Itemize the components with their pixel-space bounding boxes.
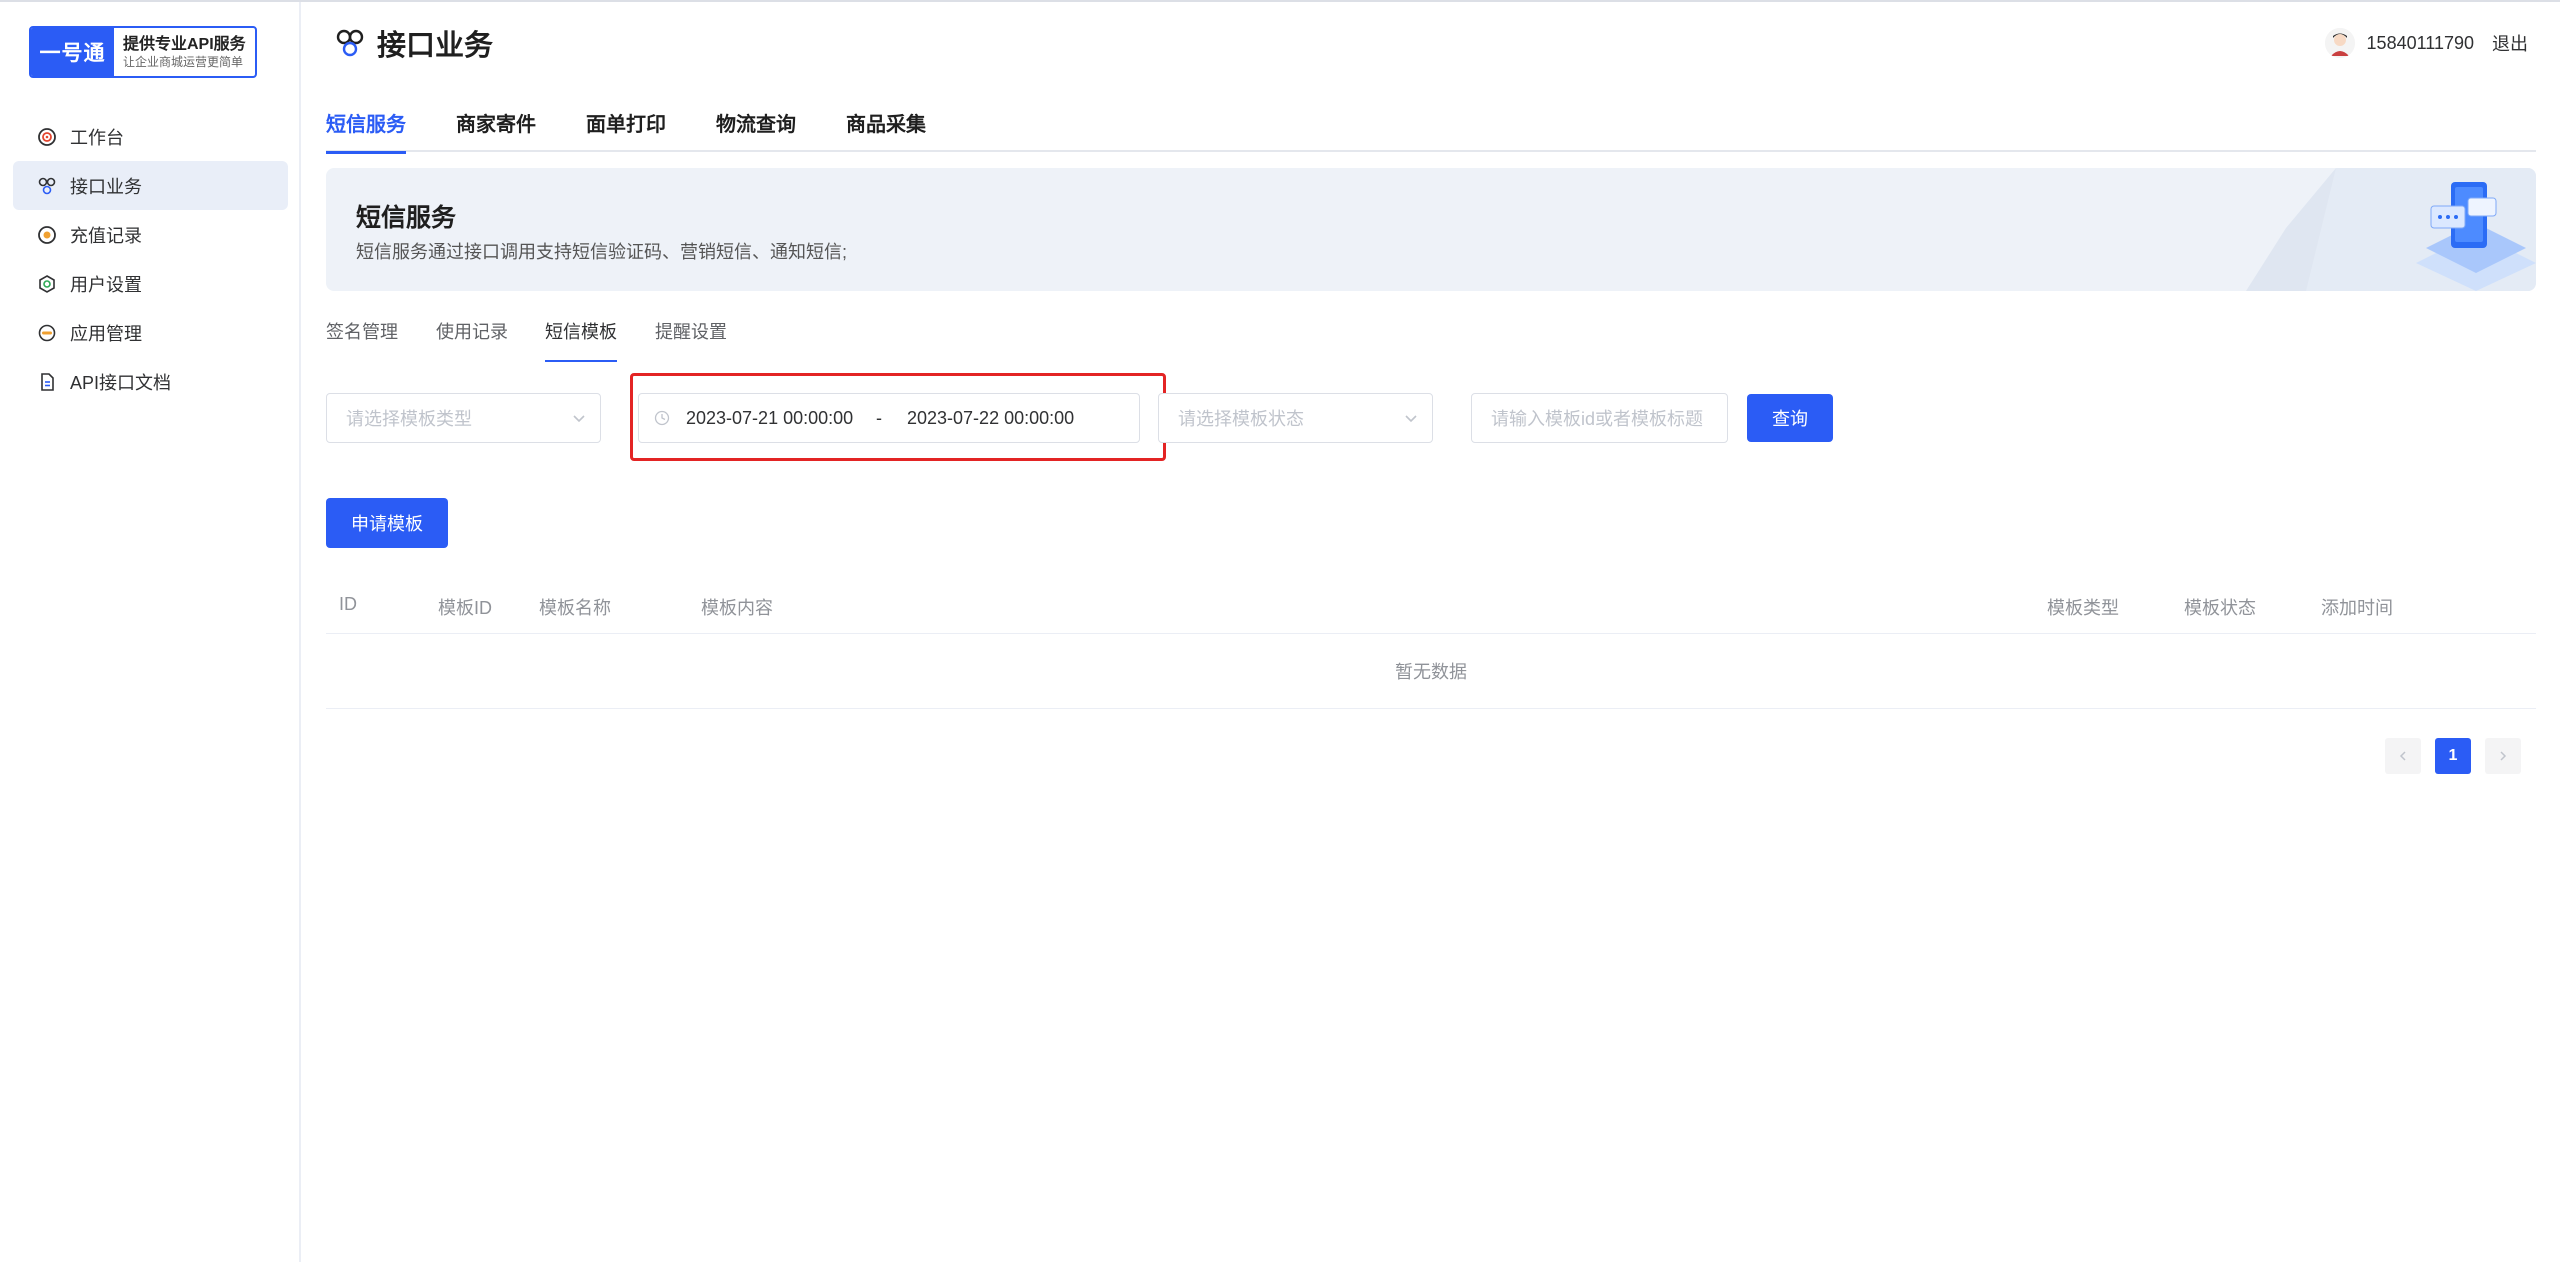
sidebar: 一号通 提供专业API服务 让企业商城运营更简单 工作台 接口业务 充值记录 用… xyxy=(0,2,301,1262)
logo[interactable]: 一号通 提供专业API服务 让企业商城运营更简单 xyxy=(29,26,257,78)
sidebar-item-label: 工作台 xyxy=(70,127,124,148)
column-template-name: 模板名称 xyxy=(539,598,611,618)
page-title: 接口业务 xyxy=(377,30,494,62)
column-template-status: 模板状态 xyxy=(2184,598,2256,618)
main-tabs: 短信服务 商家寄件 面单打印 物流查询 商品采集 xyxy=(326,100,2536,154)
user-phone: 15840111790 xyxy=(2366,32,2474,53)
chevron-right-icon xyxy=(2500,751,2507,761)
keyword-placeholder: 请输入模板id或者模板标题 xyxy=(1491,409,1704,429)
prev-page-button[interactable] xyxy=(2385,738,2421,774)
next-page-button[interactable] xyxy=(2485,738,2521,774)
tab-signature-manage[interactable]: 签名管理 xyxy=(326,318,398,362)
table-empty-state: 暂无数据 xyxy=(326,634,2536,709)
sidebar-item-label: 接口业务 xyxy=(70,176,142,197)
template-status-placeholder: 请选择模板状态 xyxy=(1178,409,1304,429)
logo-text: 提供专业API服务 让企业商城运营更简单 xyxy=(114,28,255,76)
template-type-placeholder: 请选择模板类型 xyxy=(346,409,472,429)
logo-title: 提供专业API服务 xyxy=(123,35,246,53)
document-icon xyxy=(37,372,57,392)
sidebar-menu: 工作台 接口业务 充值记录 用户设置 应用管理 API接口文档 xyxy=(13,112,288,406)
chevron-left-icon xyxy=(2399,751,2406,761)
user-settings-icon xyxy=(37,274,57,294)
clock-icon xyxy=(654,410,670,426)
banner-description: 短信服务通过接口调用支持短信验证码、营销短信、通知短信; xyxy=(356,242,847,262)
sidebar-item-user-settings[interactable]: 用户设置 xyxy=(13,259,288,308)
top-border xyxy=(0,0,2560,2)
chevron-down-icon xyxy=(1405,415,1417,423)
sidebar-item-api-business[interactable]: 接口业务 xyxy=(13,161,288,210)
tab-logistics-query[interactable]: 物流查询 xyxy=(716,108,796,152)
sidebar-item-app-manage[interactable]: 应用管理 xyxy=(13,308,288,357)
sidebar-item-workbench[interactable]: 工作台 xyxy=(13,112,288,161)
template-type-select[interactable]: 请选择模板类型 xyxy=(326,393,601,443)
sidebar-item-label: 用户设置 xyxy=(70,274,142,295)
page-number-button[interactable]: 1 xyxy=(2435,738,2471,774)
column-template-id: 模板ID xyxy=(438,598,492,618)
column-template-content: 模板内容 xyxy=(701,598,773,618)
tab-merchant-shipping[interactable]: 商家寄件 xyxy=(456,108,536,152)
app-root: 一号通 提供专业API服务 让企业商城运营更简单 工作台 接口业务 充值记录 用… xyxy=(0,0,2560,1262)
logo-subtitle: 让企业商城运营更简单 xyxy=(123,54,244,69)
tab-waybill-print[interactable]: 面单打印 xyxy=(586,108,666,152)
sidebar-item-label: 应用管理 xyxy=(70,323,142,344)
logout-link[interactable]: 退出 xyxy=(2492,30,2528,56)
sidebar-item-label: API接口文档 xyxy=(70,372,172,393)
keyword-input[interactable]: 请输入模板id或者模板标题 xyxy=(1471,393,1728,443)
sidebar-item-api-docs[interactable]: API接口文档 xyxy=(13,357,288,406)
app-manage-icon xyxy=(37,323,57,343)
sidebar-item-label: 充值记录 xyxy=(70,225,142,246)
template-status-select[interactable]: 请选择模板状态 xyxy=(1158,393,1433,443)
date-range-picker[interactable]: 2023-07-21 00:00:00 - 2023-07-22 00:00:0… xyxy=(638,393,1140,443)
tab-reminder-settings[interactable]: 提醒设置 xyxy=(655,318,727,362)
tab-sms-templates[interactable]: 短信模板 xyxy=(545,318,617,362)
page-header: 接口业务 xyxy=(333,22,493,64)
date-start-input[interactable]: 2023-07-21 00:00:00 xyxy=(686,408,876,429)
banner-title: 短信服务 xyxy=(356,204,457,232)
avatar[interactable] xyxy=(2324,28,2355,58)
tab-sms-service[interactable]: 短信服务 xyxy=(326,108,406,154)
cluster-icon xyxy=(37,176,57,196)
table-header: ID 模板ID 模板名称 模板内容 模板类型 模板状态 添加时间 xyxy=(326,580,2536,634)
banner-illustration xyxy=(2246,168,2536,291)
column-template-type: 模板类型 xyxy=(2047,598,2119,618)
query-button[interactable]: 查询 xyxy=(1747,394,1833,442)
column-id: ID xyxy=(339,594,357,614)
target-icon xyxy=(37,127,57,147)
column-added-time: 添加时间 xyxy=(2321,598,2393,618)
coin-icon xyxy=(37,225,57,245)
cluster-icon xyxy=(333,26,367,60)
user-info: 15840111790 退出 xyxy=(2324,28,2528,58)
tab-usage-records[interactable]: 使用记录 xyxy=(436,318,508,362)
logo-brand: 一号通 xyxy=(31,28,114,76)
date-end-input[interactable]: 2023-07-22 00:00:00 xyxy=(907,408,1074,429)
apply-template-button[interactable]: 申请模板 xyxy=(326,498,448,548)
service-banner: 短信服务 短信服务通过接口调用支持短信验证码、营销短信、通知短信; xyxy=(326,168,2536,291)
chevron-down-icon xyxy=(573,415,585,423)
sidebar-item-recharge[interactable]: 充值记录 xyxy=(13,210,288,259)
tab-product-collect[interactable]: 商品采集 xyxy=(846,108,926,152)
date-separator: - xyxy=(876,407,882,428)
